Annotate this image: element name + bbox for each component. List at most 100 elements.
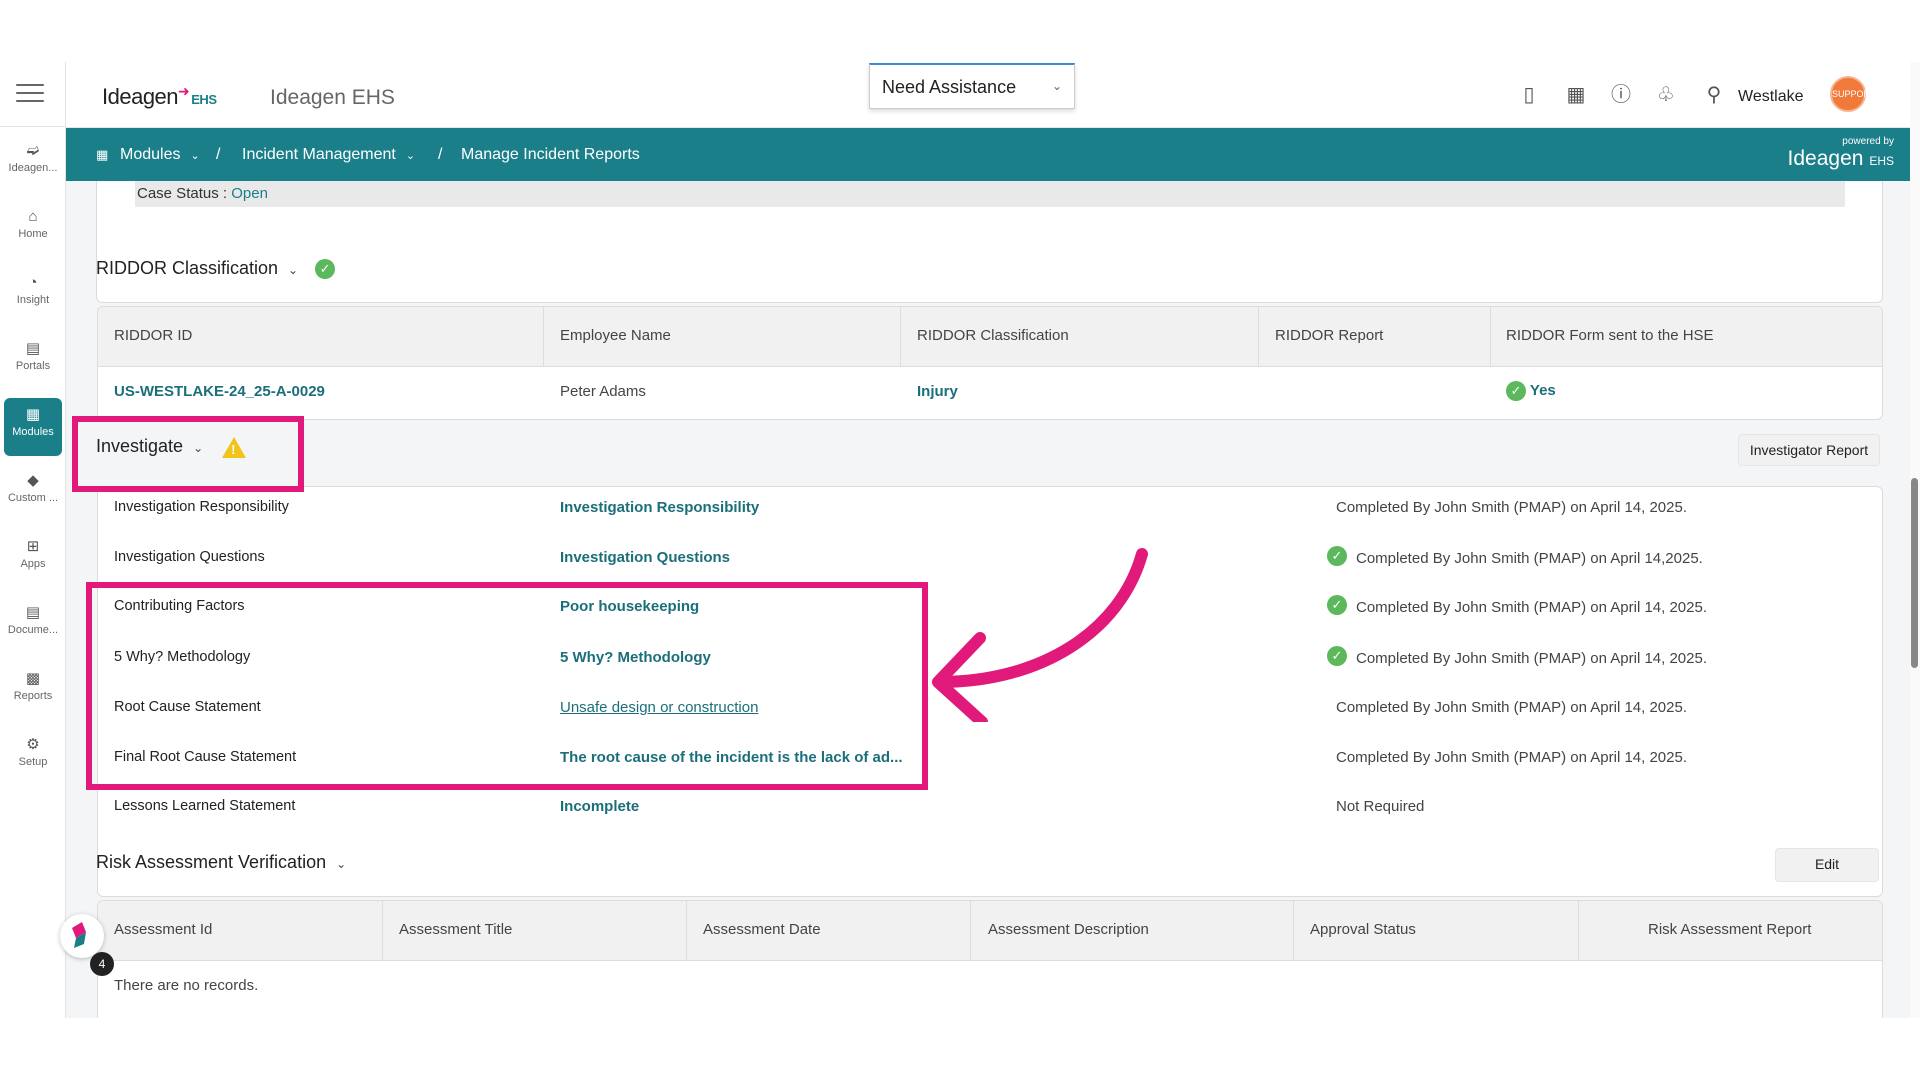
investigation-step-status: Completed By John Smith (PMAP) on April … (1336, 749, 1688, 766)
sidebar-item-portals[interactable]: ▤ Portals (4, 332, 62, 390)
column-header: RIDDOR Classification (917, 327, 1069, 344)
column-divider (970, 901, 971, 961)
breadcrumb-modules[interactable]: Modules ⌄ (120, 146, 200, 164)
scrollbar-thumb[interactable] (1911, 478, 1918, 668)
chevron-down-icon: ⌄ (288, 263, 299, 277)
breadcrumb-separator: / (216, 146, 221, 163)
column-header: Assessment Title (399, 921, 513, 938)
left-sidebar: ➫ Ideagen... ⌂ Home ◔ Insight ▤ Portals … (0, 62, 66, 1018)
help-widget-button[interactable] (60, 914, 104, 958)
logo-suffix: EHS (191, 92, 217, 107)
column-divider (900, 307, 901, 367)
sidebar-item-modules[interactable]: ▦ Modules (4, 398, 62, 456)
sidebar-item-label: Custom ... (7, 492, 59, 504)
investigation-step-status: Completed By John Smith (PMAP) on April … (1336, 499, 1688, 516)
column-divider (686, 901, 687, 961)
investigation-step-status: Completed By John Smith (PMAP) on April … (1356, 650, 1708, 667)
sidebar-item-label: Portals (15, 360, 51, 372)
sidebar-divider (0, 126, 66, 127)
sidebar-item-label: Reports (13, 690, 53, 702)
powered-by-text: powered by (1842, 136, 1894, 147)
column-divider (1258, 307, 1259, 367)
powered-by: powered by Ideagen EHS (1788, 136, 1894, 171)
sidebar-item-home[interactable]: ⌂ Home (4, 200, 62, 258)
modules-grid-icon: ▦ (96, 147, 109, 162)
chevron-down-icon: ⌄ (1051, 79, 1062, 93)
powered-logo-text: Ideagen (1787, 147, 1864, 170)
sidebar-item-reports[interactable]: ▩ Reports (4, 662, 62, 720)
ideagen-widget-icon (72, 922, 86, 948)
column-divider (382, 901, 383, 961)
chevron-down-icon: ⌄ (336, 857, 347, 871)
column-header: RIDDOR Form sent to the HSE (1506, 327, 1714, 344)
column-divider (1293, 901, 1294, 961)
chevron-down-icon: ⌄ (405, 150, 416, 162)
sidebar-item-documents[interactable]: ▤ Docume... (4, 596, 62, 654)
table-header: RIDDOR ID Employee Name RIDDOR Classific… (98, 307, 1882, 367)
riddor-id-link[interactable]: US-WESTLAKE-24_25-A-0029 (114, 383, 325, 400)
bell-icon[interactable]: ♧ (1653, 82, 1679, 108)
sidebar-item-ideagen[interactable]: ➫ Ideagen... (4, 134, 62, 192)
breadcrumb-label: Modules (120, 146, 181, 163)
chevron-down-icon: ⌄ (190, 150, 200, 162)
gear-icon: ⚙ (26, 736, 40, 753)
column-divider (1490, 307, 1491, 367)
column-divider (1578, 901, 1579, 961)
need-assistance-value: Need Assistance (882, 77, 1017, 97)
investigation-step-name: Investigation Responsibility (114, 499, 289, 515)
investigation-step-link[interactable]: Incomplete (560, 798, 639, 815)
sidebar-item-label: Setup (18, 756, 48, 768)
location-pin-icon[interactable]: ⚲ (1701, 82, 1727, 108)
column-header: RIDDOR ID (114, 327, 193, 344)
column-header: Assessment Date (703, 921, 821, 938)
help-icon[interactable]: ⓘ (1608, 82, 1634, 108)
sidebar-item-apps[interactable]: ⊞ Apps (4, 530, 62, 588)
sidebar-item-insight[interactable]: ◔ Insight (4, 266, 62, 324)
case-status-value: Open (231, 185, 268, 202)
riddor-section-header[interactable]: RIDDOR Classification ⌄ ✓ (96, 258, 336, 280)
column-header: Assessment Description (988, 921, 1149, 938)
column-divider (543, 307, 544, 367)
section-title: Risk Assessment Verification (96, 852, 327, 872)
apps-icon: ⊞ (26, 538, 40, 555)
sidebar-item-label: Home (18, 228, 48, 240)
investigation-step-status: Completed By John Smith (PMAP) on April … (1356, 599, 1708, 616)
form-sent-value: Yes (1529, 381, 1556, 399)
investigation-step-link[interactable]: Investigation Responsibility (560, 499, 759, 516)
risk-assessment-section-header[interactable]: Risk Assessment Verification ⌄ (96, 852, 346, 873)
ideagen-logo[interactable]: Ideagen➜EHS (102, 83, 217, 110)
column-header: Employee Name (560, 327, 671, 344)
success-check-icon: ✓ (1327, 595, 1347, 615)
portal-icon: ▤ (25, 340, 41, 357)
highlight-root-cause-rows (86, 582, 928, 790)
sidebar-item-label: Insight (16, 294, 50, 306)
sidebar-item-label: Apps (20, 558, 46, 570)
need-assistance-select[interactable]: Need Assistance ⌄ (869, 63, 1075, 109)
calendar-icon[interactable]: ▦ (1563, 82, 1589, 108)
annotation-arrow (932, 548, 1148, 722)
riddor-table: RIDDOR ID Employee Name RIDDOR Classific… (97, 306, 1883, 420)
investigation-step-status: Not Required (1336, 798, 1425, 815)
hamburger-menu-icon[interactable] (16, 84, 44, 104)
breadcrumb-incident-management[interactable]: Incident Management ⌄ (242, 146, 415, 164)
sidebar-item-label: Modules (12, 426, 54, 438)
risk-assessment-table: Assessment Id Assessment Title Assessmen… (97, 900, 1883, 1018)
form-sent-status: ✓ Yes (1506, 381, 1556, 401)
investigation-step-link[interactable]: Investigation Questions (560, 549, 730, 566)
pie-chart-icon: ◔ (28, 274, 38, 291)
column-header: Approval Status (1310, 921, 1416, 938)
edit-button[interactable]: Edit (1775, 848, 1879, 882)
sidebar-item-setup[interactable]: ⚙ Setup (4, 728, 62, 786)
employee-name: Peter Adams (560, 383, 646, 400)
logo-mark-icon: ➜ (178, 83, 190, 99)
powered-logo-suffix: EHS (1869, 154, 1894, 168)
sidebar-item-custom[interactable]: ◆ Custom ... (4, 464, 62, 522)
table-header: Assessment Id Assessment Title Assessmen… (98, 901, 1882, 961)
mobile-icon[interactable]: ▯ (1516, 82, 1542, 108)
user-avatar[interactable]: SUPPORT (1830, 76, 1875, 112)
success-check-icon: ✓ (1506, 381, 1526, 401)
investigator-report-button[interactable]: Investigator Report (1738, 434, 1880, 466)
location-name[interactable]: Westlake (1738, 88, 1804, 106)
app-name: Ideagen EHS (270, 86, 395, 109)
notification-count-badge: 4 (90, 952, 114, 976)
